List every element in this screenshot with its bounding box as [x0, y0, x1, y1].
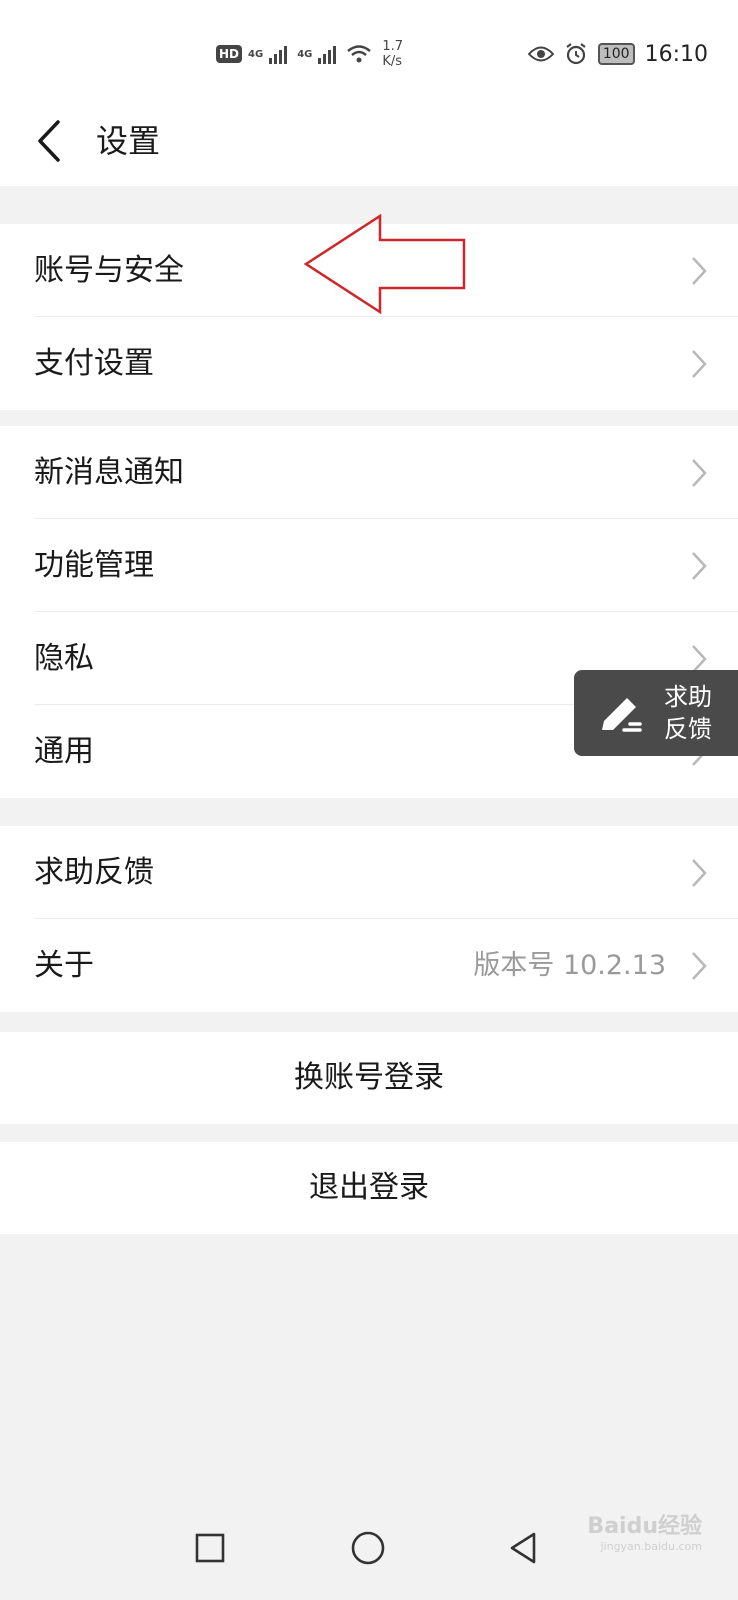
battery-indicator: 100	[597, 43, 635, 65]
network-speed: 1.7 K/s	[382, 39, 403, 69]
back-arrow-icon[interactable]	[30, 116, 70, 166]
chevron-right-icon	[692, 350, 707, 378]
settings-item-notifications[interactable]: 新消息通知	[0, 426, 738, 519]
settings-item-label: 求助反馈	[34, 855, 154, 890]
logout-label: 退出登录	[309, 1170, 429, 1205]
switch-account-label: 换账号登录	[294, 1060, 444, 1095]
settings-item-features[interactable]: 功能管理	[0, 519, 738, 612]
recent-apps-square-icon[interactable]	[188, 1526, 232, 1570]
chevron-right-icon	[692, 952, 707, 980]
settings-item-payment[interactable]: 支付设置	[0, 317, 738, 410]
hd-badge: HD	[216, 45, 243, 63]
floating-help-feedback-button[interactable]: 求助 反馈	[574, 670, 738, 756]
baidu-jingyan-watermark: Baidu经验 jingyan.baidu.com	[587, 1508, 702, 1553]
settings-item-label: 关于	[34, 948, 94, 983]
signal-icon	[318, 46, 337, 64]
network-4g-label-2: 4G	[297, 48, 313, 60]
speed-value: 1.7	[382, 39, 404, 54]
settings-group-account: 账号与安全 支付设置	[0, 224, 738, 410]
status-left: HD 4G 4G 1.7 K/s	[216, 38, 403, 70]
alarm-icon	[566, 43, 586, 65]
chevron-right-icon	[692, 859, 707, 887]
settings-item-label: 支付设置	[34, 346, 154, 381]
status-time: 16:10	[644, 41, 708, 67]
settings-item-label: 隐私	[34, 641, 94, 676]
settings-group-help: 求助反馈 关于 版本号 10.2.13	[0, 826, 738, 1012]
edit-pen-icon	[602, 698, 642, 732]
speed-unit: K/s	[382, 54, 403, 69]
settings-item-label: 新消息通知	[34, 455, 184, 490]
status-bar: HD 4G 4G 1.7 K/s 100 16:10	[0, 0, 738, 96]
settings-item-account-security[interactable]: 账号与安全	[0, 224, 738, 317]
home-circle-icon[interactable]	[346, 1526, 390, 1570]
settings-item-label: 通用	[34, 734, 94, 769]
page-title: 设置	[96, 122, 161, 160]
settings-item-help-feedback[interactable]: 求助反馈	[0, 826, 738, 919]
eye-icon	[527, 46, 554, 62]
settings-item-about[interactable]: 关于 版本号 10.2.13	[0, 919, 738, 1012]
signal-icon	[269, 46, 288, 64]
floating-help-line2: 反馈	[664, 715, 712, 743]
navigation-bar: 设置	[0, 96, 738, 186]
watermark-url: jingyan.baidu.com	[600, 1540, 702, 1553]
settings-item-label: 功能管理	[34, 548, 154, 583]
switch-account-button[interactable]: 换账号登录	[0, 1032, 738, 1124]
chevron-right-icon	[692, 257, 707, 285]
back-triangle-icon[interactable]	[502, 1526, 546, 1570]
status-right: 100 16:10	[527, 38, 708, 70]
network-4g-label: 4G	[248, 48, 264, 60]
version-number: 版本号 10.2.13	[473, 950, 666, 981]
floating-help-line1: 求助	[664, 683, 712, 711]
settings-item-label: 账号与安全	[34, 253, 184, 288]
watermark-brand: Baidu经验	[587, 1514, 702, 1539]
chevron-right-icon	[692, 459, 707, 487]
logout-button[interactable]: 退出登录	[0, 1142, 738, 1234]
wifi-icon	[347, 45, 372, 63]
chevron-right-icon	[692, 552, 707, 580]
